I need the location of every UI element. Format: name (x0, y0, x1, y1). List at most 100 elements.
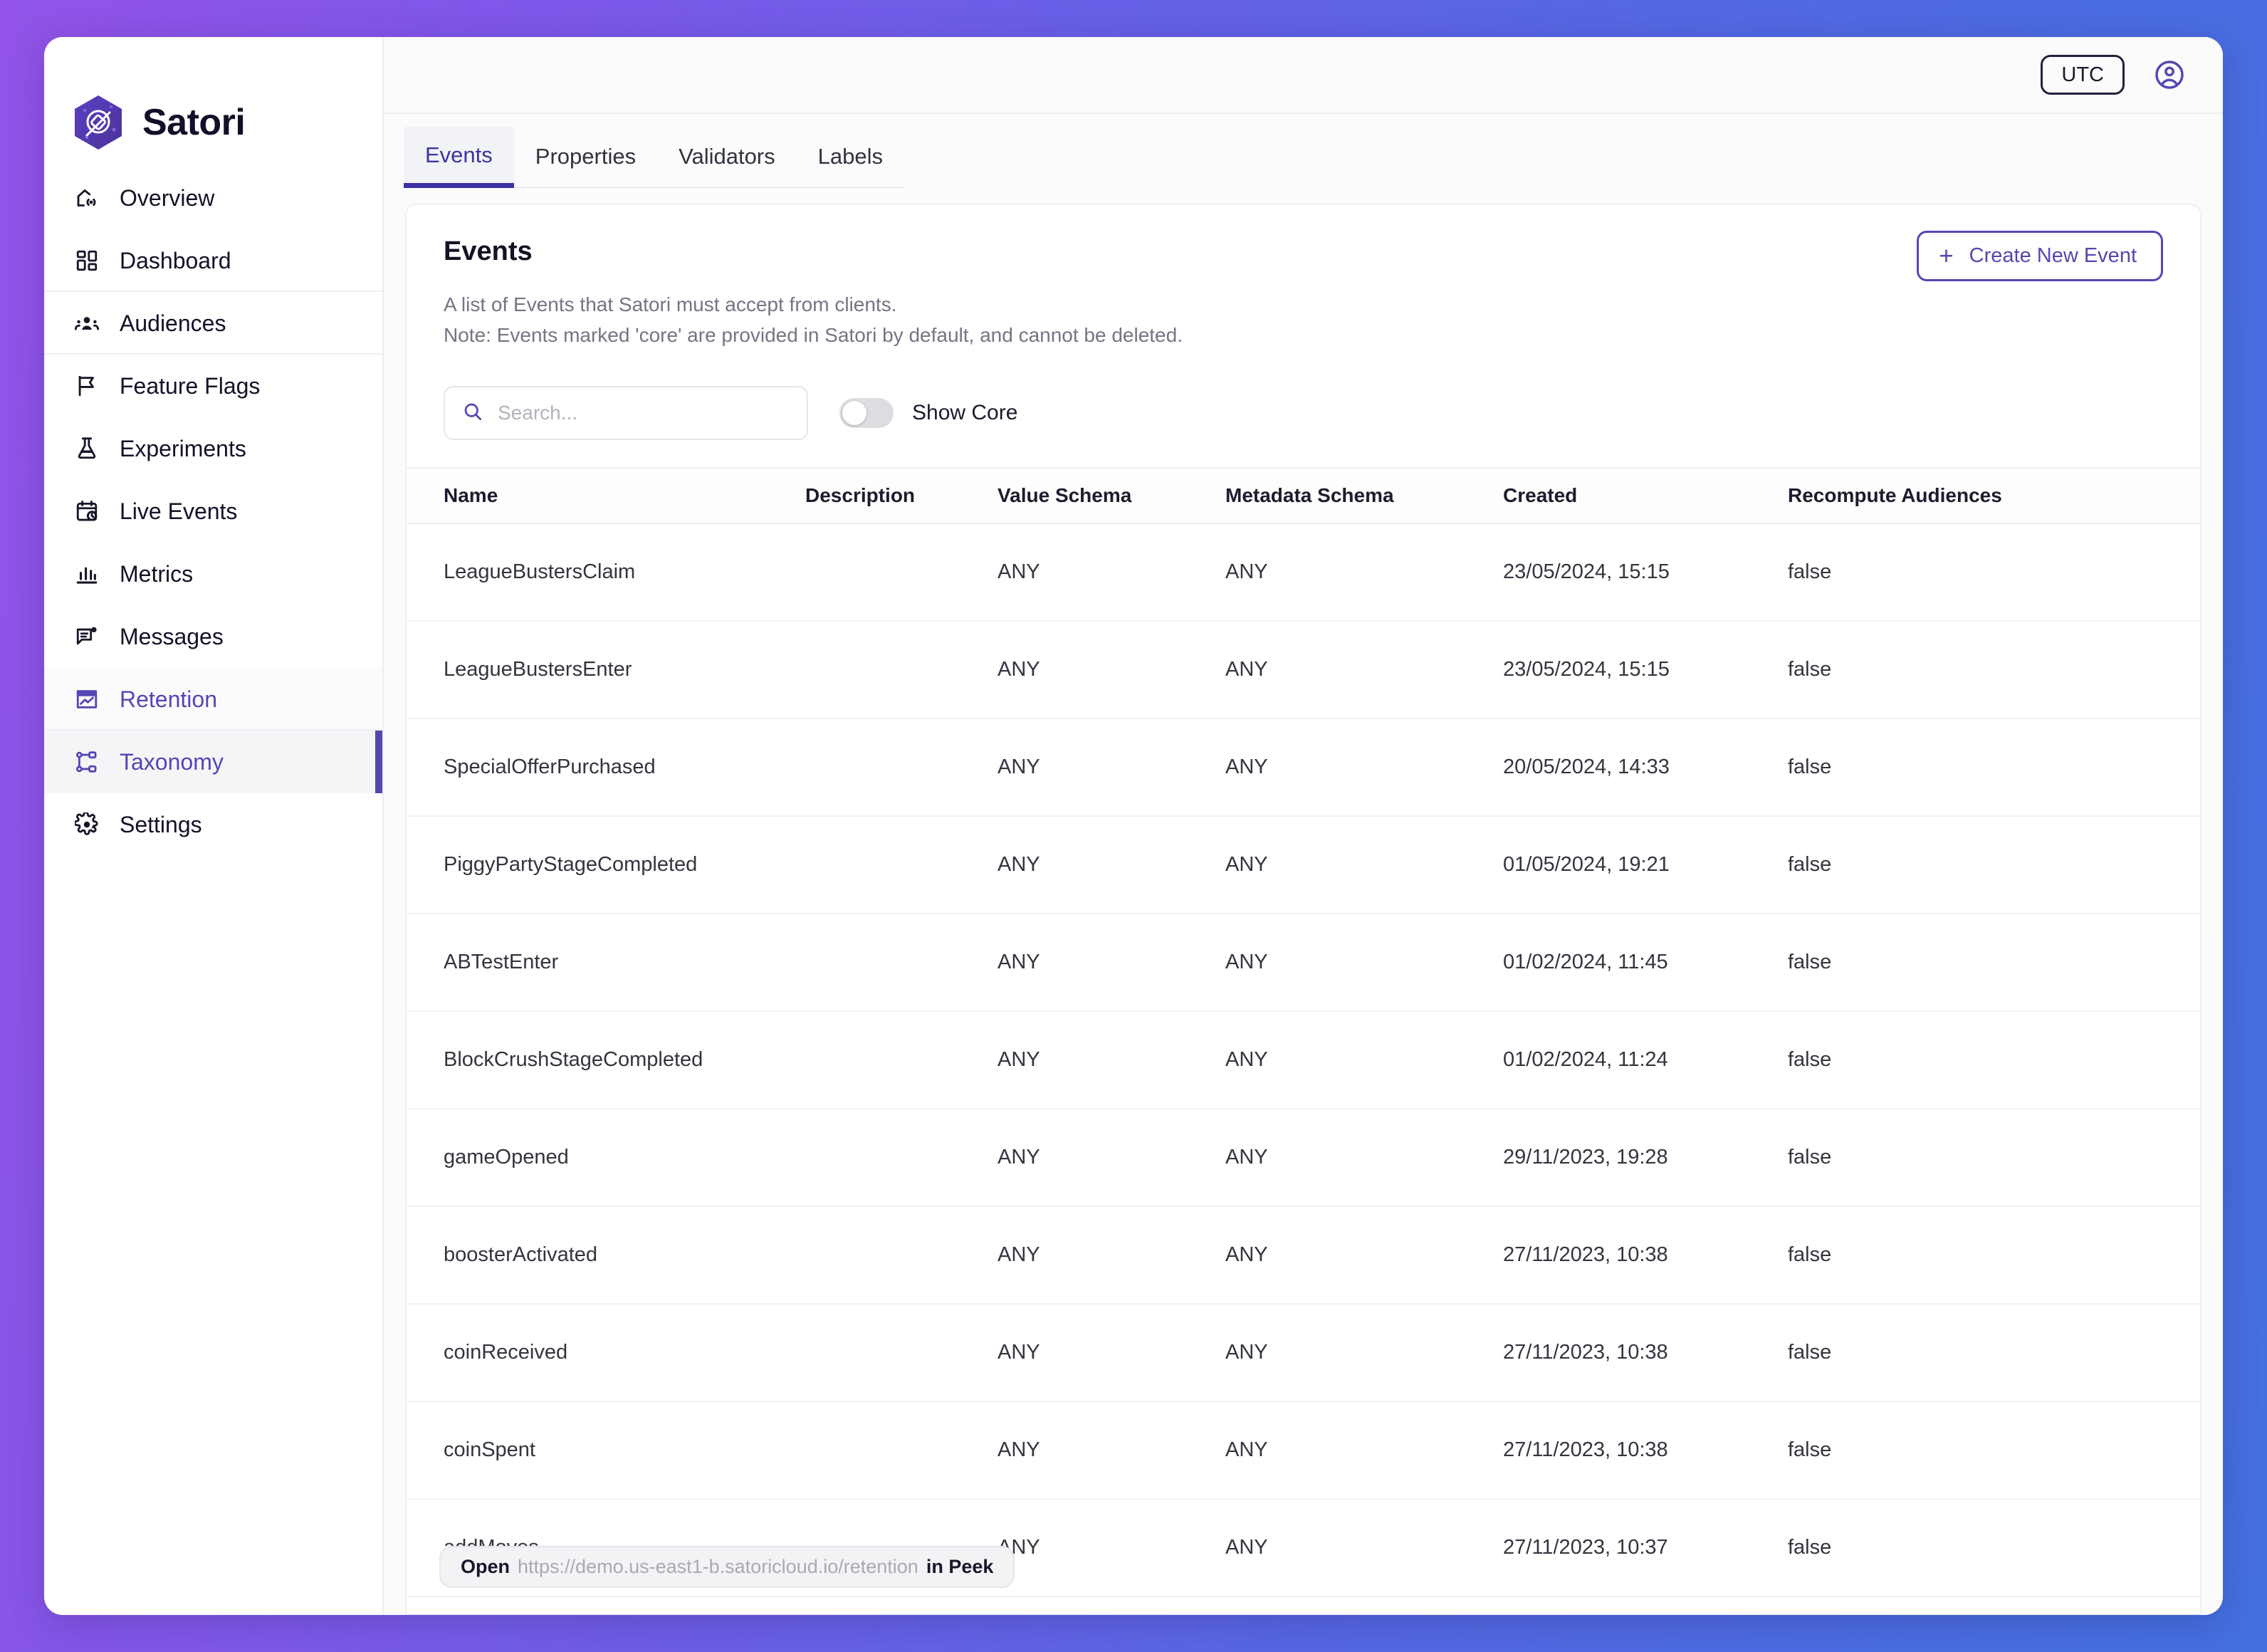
create-new-event-button[interactable]: + Create New Event (1917, 231, 2163, 281)
tab-labels[interactable]: Labels (796, 127, 904, 188)
sidebar-item-messages[interactable]: Messages (44, 605, 382, 668)
message-dot-icon (73, 622, 101, 651)
show-core-label: Show Core (912, 401, 1018, 425)
column-header-created[interactable]: Created (1503, 467, 1788, 525)
tab-events[interactable]: Events (404, 127, 514, 188)
sidebar-item-retention[interactable]: Retention (44, 668, 382, 731)
sidebar-item-label: Retention (120, 686, 217, 712)
event-name-cell: boosterActivated (407, 1206, 805, 1305)
events-table: Name Description Value Schema Metadata S… (407, 467, 2200, 1614)
table-row[interactable]: levelFailedANYANY27/11/2023, 10:37false (407, 1596, 2200, 1614)
kebab-menu-icon[interactable] (2192, 1044, 2200, 1082)
sidebar-item-dashboard[interactable]: Dashboard (44, 229, 382, 292)
table-row[interactable]: boosterActivated ANY ANY 27/11/2023, 10:38 f… (407, 1206, 2200, 1305)
table-row[interactable]: SpecialOfferPurchased ANY ANY 20/05/2024, 1… (407, 718, 2200, 817)
filters-row: Show Core (407, 350, 2200, 467)
sidebar-item-experiments[interactable]: Experiments (44, 417, 382, 480)
main-content: UTC Events Properties Validators Labels … (384, 37, 2223, 1615)
kebab-menu-icon[interactable] (2192, 1239, 2200, 1277)
sidebar-item-live-events[interactable]: Live Events (44, 480, 382, 543)
brand[interactable]: Satori (44, 37, 382, 164)
table-row[interactable]: coinSpent ANY ANY 27/11/2023, 10:38 false (407, 1401, 2200, 1500)
column-header-recompute[interactable]: Recompute Audiences (1788, 467, 2165, 525)
kebab-menu-icon[interactable] (2192, 1532, 2200, 1570)
table-row[interactable]: LeagueBustersEnter ANY ANY 23/05/2024, 15:1… (407, 621, 2200, 720)
event-name-cell: LeagueBustersClaim (407, 523, 805, 622)
kebab-menu-icon[interactable] (2192, 1141, 2200, 1180)
kebab-menu-icon[interactable] (2192, 946, 2200, 985)
metadata-schema-cell: ANY (1225, 1109, 1503, 1208)
table-row[interactable]: LeagueBustersClaim ANY ANY 23/05/2024, 15:1… (407, 523, 2200, 622)
recompute-cell: false (1788, 1596, 2165, 1614)
row-actions-cell (2165, 718, 2200, 817)
sidebar-item-settings[interactable]: Settings (44, 793, 382, 856)
satori-hexagon-logo-icon (73, 95, 124, 150)
kebab-menu-icon[interactable] (2192, 849, 2200, 887)
table-row[interactable]: PiggyPartyStageCompleted ANY ANY 01/05/2024… (407, 816, 2200, 915)
kebab-menu-icon[interactable] (2192, 654, 2200, 692)
metadata-schema-cell: ANY (1225, 621, 1503, 720)
value-schema-cell: ANY (998, 1109, 1225, 1208)
table-row[interactable]: ABTestEnter ANY ANY 01/02/2024, 11:45 false (407, 914, 2200, 1013)
search-input[interactable] (498, 402, 790, 425)
table-row[interactable]: gameOpened ANY ANY 29/11/2023, 19:28 false (407, 1109, 2200, 1208)
kebab-menu-icon[interactable] (2192, 751, 2200, 790)
event-name-cell: levelFailed (407, 1596, 805, 1614)
sidebar-item-label: Settings (120, 811, 202, 837)
timezone-badge[interactable]: UTC (2041, 54, 2125, 95)
tab-properties[interactable]: Properties (513, 127, 658, 188)
sidebar-item-taxonomy[interactable]: Taxonomy (44, 731, 382, 793)
topbar: UTC (384, 37, 2223, 114)
status-tooltip-prefix: Open (461, 1556, 511, 1577)
description-cell (805, 621, 998, 720)
kebab-menu-icon[interactable] (2192, 1434, 2200, 1473)
bar-chart-icon (73, 560, 101, 588)
metadata-schema-cell: ANY (1225, 914, 1503, 1013)
metadata-schema-cell: ANY (1225, 1206, 1503, 1305)
user-circle-icon[interactable] (2153, 58, 2186, 91)
metadata-schema-cell: ANY (1225, 816, 1503, 915)
column-header-description[interactable]: Description (805, 467, 998, 525)
recompute-cell: false (1788, 1206, 2165, 1305)
event-name-cell: LeagueBustersEnter (407, 621, 805, 720)
table-row[interactable]: BlockCrushStageCompleted ANY ANY 01/02/2024… (407, 1011, 2200, 1110)
event-name-cell: coinSpent (407, 1401, 805, 1500)
created-cell: 27/11/2023, 10:38 (1503, 1401, 1788, 1500)
created-cell: 01/05/2024, 19:21 (1503, 816, 1788, 915)
kebab-menu-icon[interactable] (2192, 556, 2200, 595)
toggle-switch[interactable] (839, 398, 894, 429)
value-schema-cell: ANY (998, 816, 1225, 915)
recompute-cell: false (1788, 1401, 2165, 1500)
description-line-2: Note: Events marked 'core' are provided … (444, 323, 1183, 346)
gear-icon (73, 810, 101, 839)
column-header-metadata-schema[interactable]: Metadata Schema (1225, 467, 1503, 525)
value-schema-cell: ANY (998, 1499, 1225, 1598)
events-card: Events A list of Events that Satori must… (405, 204, 2201, 1615)
value-schema-cell: ANY (998, 1596, 1225, 1614)
recompute-cell: false (1788, 1499, 2165, 1598)
kebab-menu-icon[interactable] (2192, 1337, 2200, 1375)
sidebar-item-metrics[interactable]: Metrics (44, 543, 382, 605)
search-box[interactable] (444, 386, 808, 441)
column-header-value-schema[interactable]: Value Schema (998, 467, 1225, 525)
table-row[interactable]: coinReceived ANY ANY 27/11/2023, 10:38 false (407, 1304, 2200, 1403)
sidebar-item-label: Metrics (120, 560, 194, 587)
row-actions-cell (2165, 1499, 2200, 1598)
sidebar-nav: Overview Dashboard Audiences Feature Fla… (44, 164, 382, 856)
sidebar-item-feature-flags[interactable]: Feature Flags (44, 355, 382, 417)
description-cell (805, 718, 998, 817)
plus-icon: + (1939, 241, 1954, 270)
status-tooltip-url: https://demo.us-east1-b.satoricloud.io/r… (518, 1556, 918, 1577)
sidebar-item-overview[interactable]: Overview (44, 167, 382, 229)
sidebar-item-label: Live Events (120, 498, 238, 524)
sitemap-icon (73, 748, 101, 776)
tab-validators[interactable]: Validators (657, 127, 797, 188)
grid-icon (73, 246, 101, 275)
sidebar-item-label: Feature Flags (120, 372, 261, 399)
show-core-toggle[interactable]: Show Core (839, 398, 1018, 429)
sidebar-item-audiences[interactable]: Audiences (44, 292, 382, 355)
column-header-name[interactable]: Name (407, 467, 805, 525)
recompute-cell: false (1788, 621, 2165, 720)
sidebar: Satori Overview Dashboard Audiences Feat… (44, 37, 384, 1615)
description-cell (805, 1011, 998, 1110)
